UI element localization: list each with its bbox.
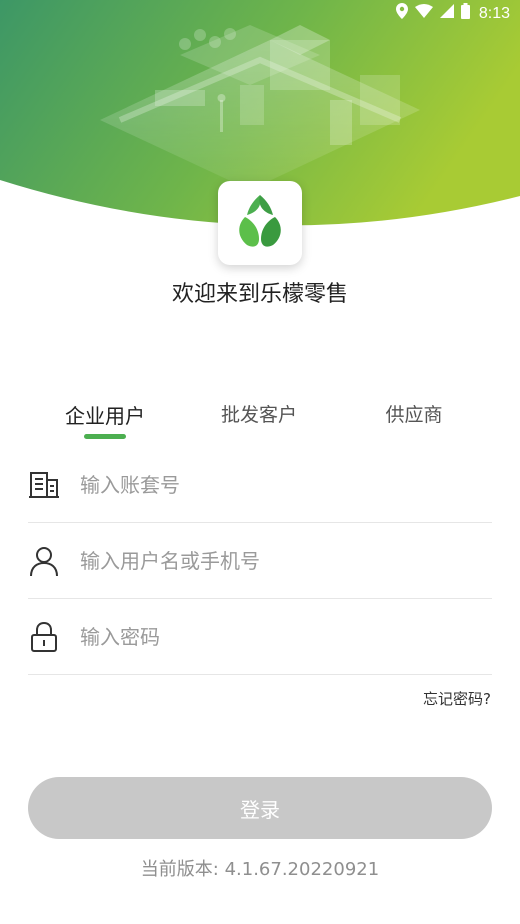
signal-icon xyxy=(439,4,454,23)
location-icon xyxy=(395,3,408,24)
tab-supplier[interactable]: 供应商 xyxy=(344,400,484,427)
user-icon xyxy=(28,545,60,577)
lock-icon xyxy=(28,621,60,653)
app-logo xyxy=(218,181,302,265)
account-input[interactable] xyxy=(80,472,460,497)
version-text: 当前版本: 4.1.67.20220921 xyxy=(140,859,380,880)
welcome-title: 欢迎来到乐檬零售 xyxy=(171,282,348,307)
username-field xyxy=(28,523,492,599)
wifi-icon xyxy=(414,4,433,23)
forgot-password-link[interactable]: 忘记密码? xyxy=(423,688,491,709)
status-time: 8:13 xyxy=(478,4,510,22)
username-input[interactable] xyxy=(80,548,460,573)
login-button[interactable]: 登录 xyxy=(28,777,492,839)
battery-icon xyxy=(460,3,470,24)
building-icon xyxy=(28,469,60,501)
active-tab-indicator xyxy=(84,434,126,439)
password-field xyxy=(28,599,492,675)
status-bar: 8:13 xyxy=(0,0,520,28)
password-input[interactable] xyxy=(80,624,460,649)
user-type-tabs: 企业用户 批发客户 供应商 xyxy=(0,400,520,444)
tab-enterprise-user[interactable]: 企业用户 xyxy=(35,400,175,429)
account-field xyxy=(28,447,492,523)
tab-wholesale-customer[interactable]: 批发客户 xyxy=(189,400,329,427)
leaf-logo-icon xyxy=(239,195,281,247)
